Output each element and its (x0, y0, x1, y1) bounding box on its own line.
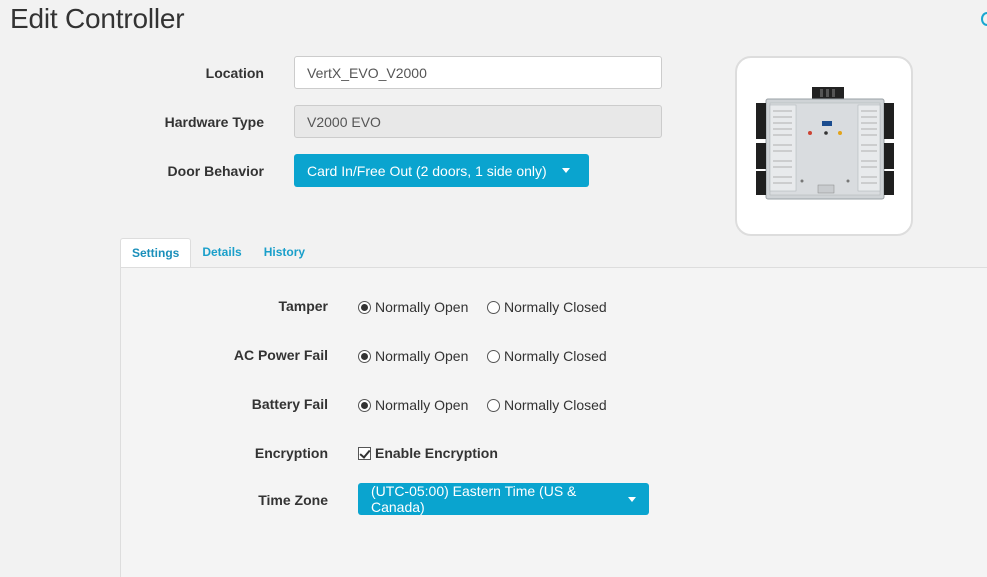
ac-power-fail-normally-open-radio[interactable]: Normally Open (358, 348, 468, 364)
time-zone-dropdown[interactable]: (UTC-05:00) Eastern Time (US & Canada) (358, 483, 649, 515)
tab-bar: Settings Details History (120, 238, 316, 269)
radio-selected-icon (358, 300, 371, 314)
tab-history[interactable]: History (253, 238, 316, 268)
door-behavior-value: Card In/Free Out (2 doors, 1 side only) (307, 162, 547, 179)
caret-down-icon (561, 168, 570, 173)
tamper-normally-closed-radio[interactable]: Normally Closed (487, 299, 607, 315)
device-image-card (735, 56, 913, 236)
checkbox-label: Enable Encryption (375, 445, 498, 461)
tab-settings[interactable]: Settings (120, 238, 192, 269)
radio-label: Normally Closed (504, 299, 607, 315)
tamper-label: Tamper (278, 298, 328, 314)
enable-encryption-checkbox[interactable]: Enable Encryption (358, 445, 498, 461)
location-input[interactable] (294, 56, 662, 89)
radio-label: Normally Closed (504, 348, 607, 364)
radio-unselected-icon (487, 398, 500, 412)
encryption-label: Encryption (254, 445, 328, 461)
caret-down-icon (628, 496, 636, 502)
battery-fail-label: Battery Fail (251, 396, 328, 412)
radio-selected-icon (358, 398, 371, 412)
hardware-type-label: Hardware Type (164, 114, 264, 130)
radio-label: Normally Open (375, 397, 469, 413)
time-zone-value: (UTC-05:00) Eastern Time (US & Canada) (371, 483, 577, 515)
time-zone-label: Time Zone (258, 492, 328, 508)
ac-power-fail-normally-closed-radio[interactable]: Normally Closed (487, 348, 607, 364)
radio-label: Normally Closed (504, 397, 607, 413)
radio-label: Normally Open (375, 299, 469, 315)
tab-details[interactable]: Details (191, 238, 252, 268)
checkbox-checked-icon (358, 446, 371, 460)
door-behavior-label: Door Behavior (167, 163, 264, 179)
help-icon[interactable] (981, 12, 987, 26)
radio-unselected-icon (487, 349, 500, 363)
tamper-normally-open-radio[interactable]: Normally Open (358, 299, 468, 315)
radio-label: Normally Open (375, 348, 469, 364)
battery-fail-normally-closed-radio[interactable]: Normally Closed (487, 397, 607, 413)
door-behavior-dropdown[interactable]: Card In/Free Out (2 doors, 1 side only) (294, 154, 589, 187)
page-title: Edit Controller (10, 3, 185, 34)
battery-fail-normally-open-radio[interactable]: Normally Open (358, 397, 468, 413)
radio-selected-icon (358, 349, 371, 363)
ac-power-fail-label: AC Power Fail (233, 347, 328, 363)
controller-board-image (756, 87, 894, 200)
location-label: Location (205, 65, 264, 81)
radio-unselected-icon (487, 300, 500, 314)
hardware-type-field (294, 105, 662, 138)
